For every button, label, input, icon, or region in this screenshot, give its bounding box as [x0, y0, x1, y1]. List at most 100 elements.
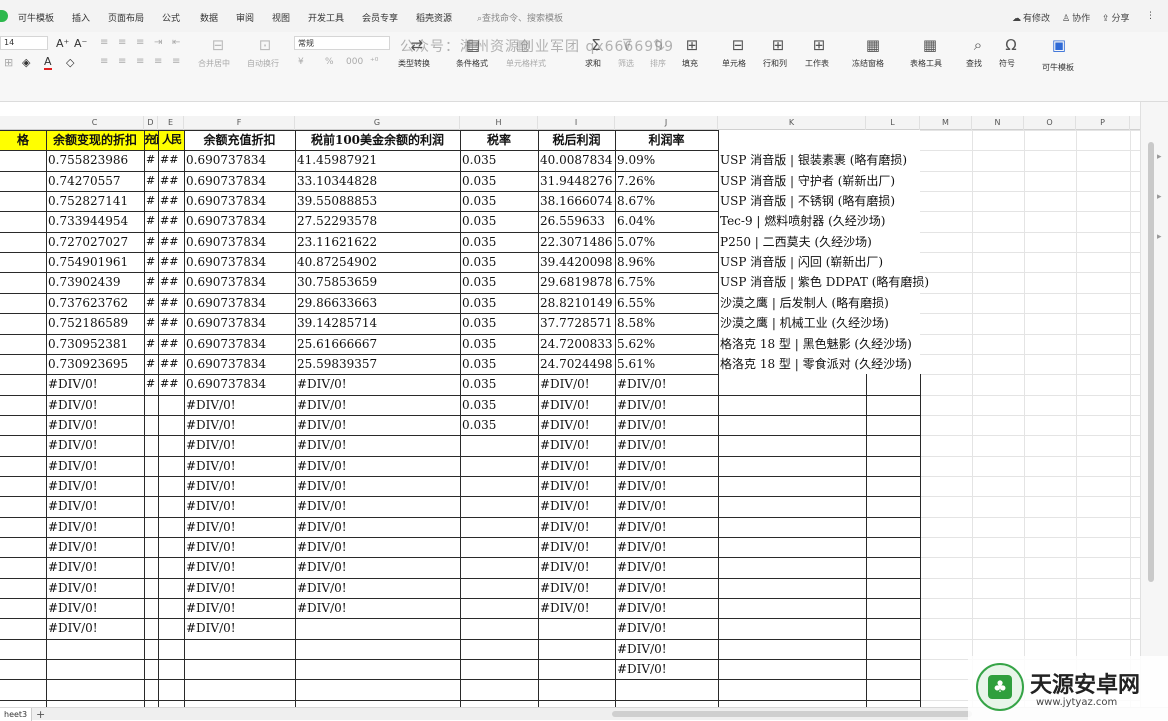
menu-view[interactable]: 视图 [272, 11, 290, 24]
data-cell-g[interactable]: 33.10344828 [295, 171, 460, 191]
column-header-f[interactable]: F [184, 116, 295, 130]
data-cell-f[interactable]: 0.690737834 [184, 232, 295, 252]
align-bottom-icon[interactable]: ≡ [136, 37, 144, 48]
column-header-e[interactable]: E [158, 116, 184, 130]
data-cell-k[interactable]: 沙漠之鹰 | 后发制人 (略有磨损) [718, 293, 978, 313]
cond-format-button[interactable]: 条件格式 [456, 58, 488, 69]
header-cell-f[interactable]: 余额充值折扣 [184, 130, 295, 150]
data-cell-i[interactable]: #DIV/0! [538, 557, 615, 577]
data-cell-f[interactable]: #DIV/0! [184, 476, 295, 496]
data-cell-j[interactable]: #DIV/0! [615, 598, 718, 618]
data-cell-i[interactable]: 24.7200833 [538, 334, 615, 354]
data-cell-f[interactable]: 0.690737834 [184, 293, 295, 313]
data-cell-i[interactable]: 24.7024498 [538, 354, 615, 374]
data-cell-j[interactable]: #DIV/0! [615, 517, 718, 537]
font-color-icon[interactable]: A [44, 55, 52, 70]
add-sheet-button[interactable]: + [36, 708, 45, 721]
scroll-thumb[interactable] [1148, 142, 1154, 582]
data-cell-g[interactable]: #DIV/0! [295, 578, 460, 598]
data-cell-d[interactable]: # [144, 334, 158, 354]
border-icon[interactable]: ⊞ [4, 56, 13, 69]
menu-page-layout[interactable]: 页面布局 [108, 11, 144, 24]
table-tools-button[interactable]: 表格工具 [910, 58, 942, 69]
data-cell-f[interactable]: 0.690737834 [184, 334, 295, 354]
data-cell-i[interactable]: #DIV/0! [538, 517, 615, 537]
data-cell-f[interactable]: 0.690737834 [184, 313, 295, 333]
data-cell-g[interactable]: 30.75853659 [295, 272, 460, 292]
data-cell-c[interactable]: #DIV/0! [46, 537, 144, 557]
spreadsheet-grid[interactable]: CDEFGHIJKLMNOP 格余额变现的折扣充值人民余额充值折扣税前100美金… [0, 102, 1140, 707]
data-cell-d[interactable]: # [144, 150, 158, 170]
wrap-icon[interactable]: ⊡ [252, 36, 278, 54]
data-cell-c[interactable]: 0.754901961 [46, 252, 144, 272]
align-right-icon[interactable]: ≡ [136, 56, 144, 67]
data-cell-e[interactable]: ## [158, 354, 184, 374]
header-cell-h[interactable]: 税率 [460, 130, 538, 150]
data-cell-j[interactable]: #DIV/0! [615, 415, 718, 435]
data-cell-i[interactable]: 38.1666074 [538, 191, 615, 211]
data-cell-c[interactable]: #DIV/0! [46, 517, 144, 537]
data-cell-f[interactable]: #DIV/0! [184, 598, 295, 618]
menu-data[interactable]: 数据 [200, 11, 218, 24]
data-cell-i[interactable]: #DIV/0! [538, 395, 615, 415]
freeze-icon[interactable]: ▦ [860, 36, 886, 54]
data-cell-c[interactable]: 0.755823986 [46, 150, 144, 170]
column-header-h[interactable]: H [460, 116, 538, 130]
collab-button[interactable]: ♙ 协作 [1062, 11, 1090, 24]
data-cell-h[interactable]: 0.035 [460, 415, 538, 435]
data-cell-c[interactable]: #DIV/0! [46, 395, 144, 415]
data-cell-c[interactable]: #DIV/0! [46, 435, 144, 455]
column-header-k[interactable]: K [718, 116, 866, 130]
cell-icon[interactable]: ⊟ [725, 36, 751, 54]
worksheet-button[interactable]: 工作表 [805, 58, 829, 69]
data-cell-e[interactable]: ## [158, 293, 184, 313]
share-button[interactable]: ⇪ 分享 [1102, 11, 1130, 24]
menu-insert[interactable]: 插入 [72, 11, 90, 24]
column-header-c[interactable]: C [46, 116, 144, 130]
data-cell-i[interactable]: #DIV/0! [538, 415, 615, 435]
data-cell-c[interactable]: #DIV/0! [46, 578, 144, 598]
data-cell-g[interactable]: #DIV/0! [295, 517, 460, 537]
menu-formula[interactable]: 公式 [162, 11, 180, 24]
data-cell-g[interactable]: #DIV/0! [295, 537, 460, 557]
data-cell-g[interactable]: 23.11621622 [295, 232, 460, 252]
align-left-icon[interactable]: ≡ [100, 56, 108, 67]
data-cell-i[interactable]: #DIV/0! [538, 496, 615, 516]
column-header-g[interactable]: G [295, 116, 460, 130]
symbol-button[interactable]: 符号 [999, 58, 1015, 69]
data-cell-e[interactable]: ## [158, 171, 184, 191]
data-cell-d[interactable]: # [144, 374, 158, 394]
wrap-text-button[interactable]: 自动换行 [247, 58, 279, 69]
side-panel-icon[interactable]: ▸ [1157, 192, 1167, 202]
data-cell-j[interactable]: 5.61% [615, 354, 718, 374]
data-cell-f[interactable]: #DIV/0! [184, 435, 295, 455]
menu-developer[interactable]: 开发工具 [308, 11, 344, 24]
data-cell-f[interactable]: 0.690737834 [184, 354, 295, 374]
data-cell-i[interactable]: #DIV/0! [538, 578, 615, 598]
data-cell-k[interactable]: 格洛克 18 型 | 黑色魅影 (久经沙场) [718, 334, 978, 354]
data-cell-c[interactable]: #DIV/0! [46, 496, 144, 516]
decimal-icon[interactable]: ⁺⁰ [370, 57, 378, 67]
distribute-icon[interactable]: ≡ [172, 56, 180, 67]
side-panel-icon[interactable]: ▸ [1157, 232, 1167, 242]
freeze-button[interactable]: 冻结窗格 [852, 58, 884, 69]
data-cell-i[interactable]: 37.7728571 [538, 313, 615, 333]
data-cell-c[interactable]: #DIV/0! [46, 598, 144, 618]
data-cell-h[interactable]: 0.035 [460, 211, 538, 231]
data-cell-g[interactable]: 27.52293578 [295, 211, 460, 231]
clear-format-icon[interactable]: ◇ [66, 56, 74, 69]
data-cell-i[interactable]: #DIV/0! [538, 476, 615, 496]
data-cell-j[interactable]: #DIV/0! [615, 374, 718, 394]
column-header-j[interactable]: J [615, 116, 718, 130]
data-cell-f[interactable]: #DIV/0! [184, 395, 295, 415]
menu-template[interactable]: 可牛模板 [18, 11, 54, 24]
outdent-icon[interactable]: ⇤ [172, 37, 180, 48]
template-icon[interactable]: ▣ [1046, 36, 1072, 54]
data-cell-g[interactable]: #DIV/0! [295, 557, 460, 577]
filter-button[interactable]: 筛选 [618, 58, 634, 69]
data-cell-g[interactable]: 39.55088853 [295, 191, 460, 211]
column-header-i[interactable]: I [538, 116, 615, 130]
data-cell-j[interactable]: 5.62% [615, 334, 718, 354]
sum-button[interactable]: 求和 [585, 58, 601, 69]
data-cell-g[interactable]: 29.86633663 [295, 293, 460, 313]
